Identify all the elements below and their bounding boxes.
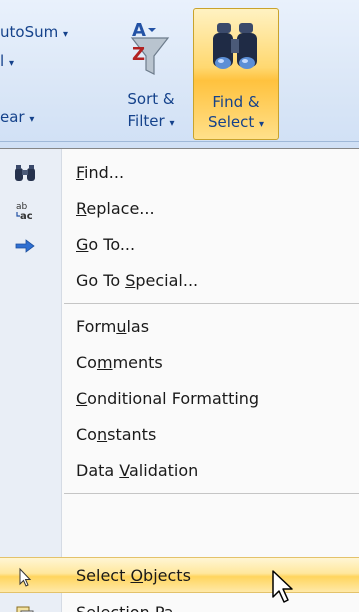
menu-item-label: Comments: [76, 353, 163, 372]
chevron-down-icon: ▾: [259, 119, 265, 130]
menu-separator: [64, 493, 359, 494]
chevron-down-icon: ▾: [63, 29, 69, 40]
menu-item-go-to-special[interactable]: Go To Special...: [0, 263, 359, 299]
menu-item-label: Find...: [76, 163, 125, 182]
menu-item-label: Data Validation: [76, 461, 199, 480]
menu-item-label: Formulas: [76, 317, 150, 336]
arrow-right-icon: [15, 239, 35, 253]
find-select-label-line1: Find &: [212, 93, 260, 111]
clear-button[interactable]: ear ▾: [0, 108, 34, 129]
menu-item-label: Replace...: [76, 199, 155, 218]
menu-item-comments[interactable]: Comments: [0, 345, 359, 381]
selection-pane-icon: [16, 606, 34, 612]
menu-item-select-objects[interactable]: Select Objects: [0, 557, 359, 593]
autosum-label: utoSum: [0, 23, 59, 41]
sort-az-funnel-icon: A Z: [130, 20, 170, 75]
svg-text:A: A: [132, 20, 146, 41]
menu-item-label: Go To Special...: [76, 271, 199, 290]
svg-text:Z: Z: [132, 44, 145, 65]
menu-item-selection-pane[interactable]: Selection Pa: [0, 595, 359, 612]
chevron-down-icon: ▾: [29, 114, 35, 125]
menu-item-label: Go To...: [76, 235, 136, 254]
find-select-button[interactable]: Find & Select ▾: [193, 8, 279, 140]
chevron-down-icon: ▾: [8, 58, 14, 69]
replace-icon: ab ac: [16, 202, 33, 220]
menu-item-replace[interactable]: ab ac Replace...: [0, 191, 359, 227]
svg-text:ac: ac: [20, 211, 33, 220]
ribbon-editing-group: utoSum ▾ l ▾ ear ▾ A Z Sort & Filter ▾ F…: [0, 0, 359, 150]
clear-label: ear: [0, 108, 25, 126]
menu-item-go-to[interactable]: Go To...: [0, 227, 359, 263]
menu-item-conditional-formatting[interactable]: Conditional Formatting: [0, 381, 359, 417]
find-select-dropdown-menu: Find... ab ac Replace... Go To... Go To …: [0, 148, 359, 612]
chevron-down-icon: ▾: [169, 118, 175, 129]
sort-filter-label-line2: Filter ▾: [127, 112, 175, 130]
menu-item-label: Select Objects: [76, 566, 191, 585]
fill-label: l: [0, 52, 5, 70]
ribbon-bottom-divider: [0, 141, 359, 142]
sort-filter-button[interactable]: A Z Sort & Filter ▾: [112, 16, 190, 140]
menu-item-label: Constants: [76, 425, 157, 444]
menu-item-label: Conditional Formatting: [76, 389, 260, 408]
menu-item-find[interactable]: Find...: [0, 155, 359, 191]
find-select-label-line2: Select ▾: [207, 113, 265, 131]
fill-button[interactable]: l ▾: [0, 52, 14, 73]
autosum-button[interactable]: utoSum ▾: [0, 23, 68, 44]
sort-filter-label-line1: Sort &: [127, 90, 175, 108]
binoculars-icon: [15, 165, 35, 181]
pointer-arrow-icon: [19, 567, 32, 587]
menu-item-formulas[interactable]: Formulas: [0, 309, 359, 345]
mouse-cursor-icon: [272, 570, 293, 603]
menu-item-label: Selection Pa: [76, 603, 174, 612]
excel-find-select-screenshot: utoSum ▾ l ▾ ear ▾ A Z Sort & Filter ▾ F…: [0, 0, 359, 612]
menu-item-constants[interactable]: Constants: [0, 417, 359, 453]
binoculars-icon: [213, 23, 257, 69]
menu-separator: [64, 303, 359, 304]
menu-item-data-validation[interactable]: Data Validation: [0, 453, 359, 489]
